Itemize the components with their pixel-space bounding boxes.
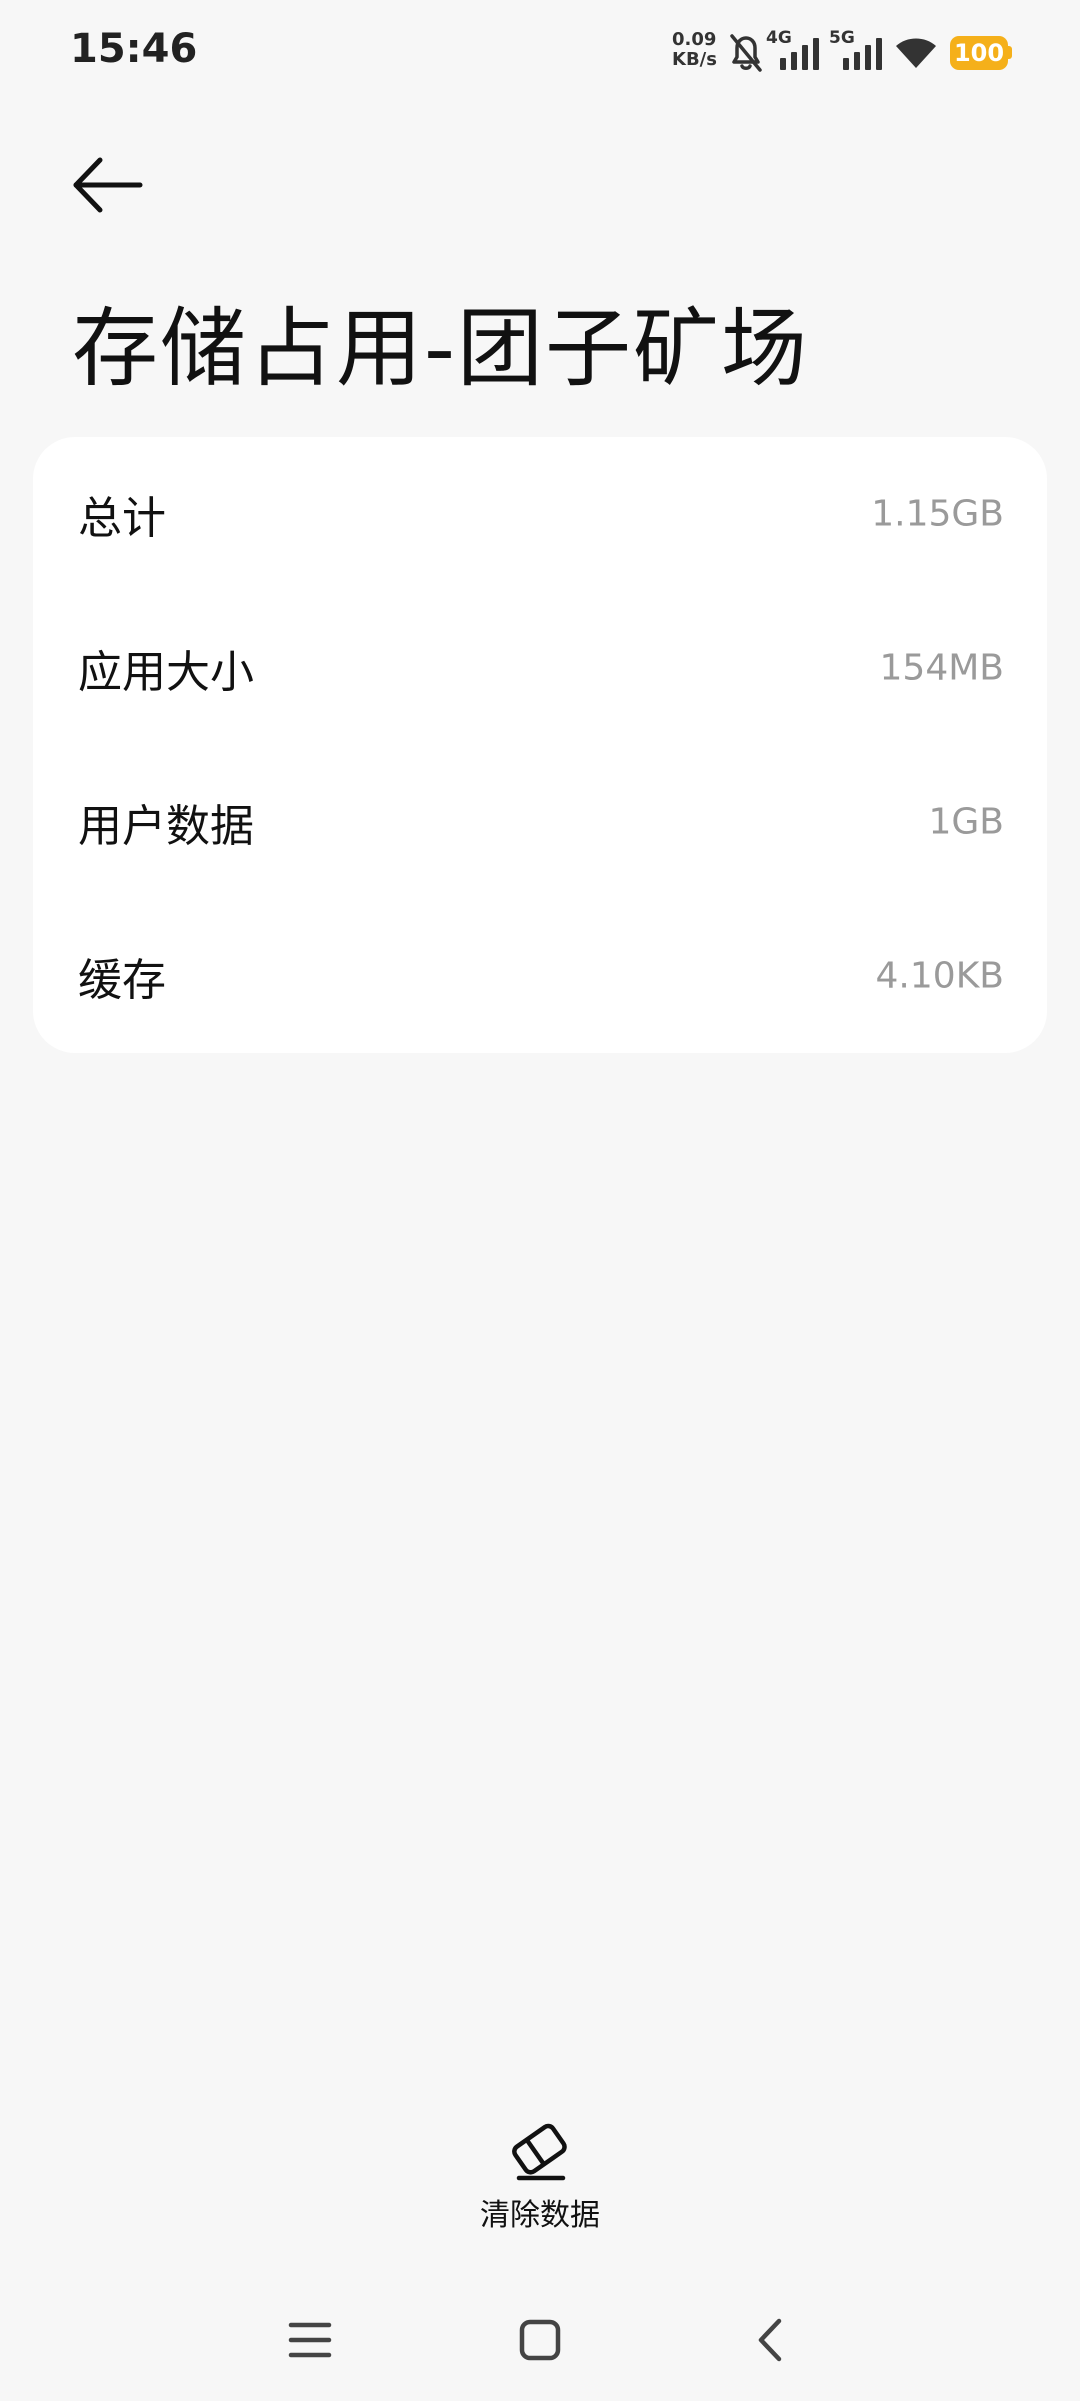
back-button[interactable]	[70, 150, 150, 220]
status-time: 15:46	[70, 26, 198, 72]
storage-row-app-size: 应用大小 154MB	[33, 591, 1047, 745]
nav-home-button[interactable]	[495, 2305, 585, 2375]
storage-row-user-data: 用户数据 1GB	[33, 745, 1047, 899]
clear-data-button[interactable]: 清除数据	[440, 2120, 640, 2250]
storage-row-total: 总计 1.15GB	[33, 437, 1047, 591]
storage-row-label: 用户数据	[78, 801, 254, 852]
network-speed-unit: KB/s	[672, 49, 717, 70]
network-speed-value: 0.09	[672, 29, 717, 50]
chevron-left-icon	[758, 2318, 782, 2362]
storage-row-label: 总计	[78, 493, 166, 544]
signal-bars-icon	[780, 38, 819, 70]
network-speed: 0.09 KB/s	[672, 30, 717, 70]
status-bar: 15:46 0.09 KB/s 4G 5G 100	[0, 0, 1080, 110]
storage-row-value: 1GB	[928, 801, 1005, 843]
arrow-left-icon	[73, 157, 143, 213]
storage-row-label: 应用大小	[78, 647, 254, 698]
wifi-icon	[896, 38, 936, 68]
nav-menu-button[interactable]	[265, 2305, 355, 2375]
storage-row-value: 1.15GB	[871, 493, 1004, 535]
storage-card: 总计 1.15GB 应用大小 154MB 用户数据 1GB 缓存 4.10KB	[33, 437, 1047, 1053]
square-home-icon	[519, 2319, 561, 2361]
nav-back-button[interactable]	[725, 2305, 815, 2375]
storage-row-label: 缓存	[78, 955, 166, 1006]
bell-muted-icon	[730, 34, 762, 72]
storage-row-value: 4.10KB	[875, 955, 1004, 997]
battery-tip	[1008, 46, 1012, 59]
eraser-icon	[512, 2123, 567, 2181]
battery-indicator: 100	[950, 36, 1008, 70]
signal-bars-icon	[843, 38, 882, 70]
page-title: 存储占用-团子矿场	[72, 299, 810, 399]
menu-icon	[288, 2322, 332, 2358]
storage-row-value: 154MB	[879, 647, 1004, 689]
clear-data-label: 清除数据	[480, 2198, 600, 2233]
storage-row-cache: 缓存 4.10KB	[33, 899, 1047, 1053]
